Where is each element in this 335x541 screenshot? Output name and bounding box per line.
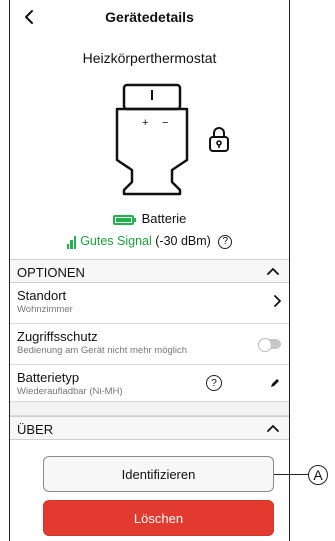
row-battery-value: Wiederaufladbar (Ni-MH) (17, 386, 123, 397)
callout-marker: A (308, 465, 328, 485)
chevron-up-icon[interactable] (267, 424, 279, 432)
battery-label: Batterie (141, 211, 187, 226)
row-battery-type: Batterietyp Wiederaufladbar (Ni-MH) ? (10, 366, 289, 402)
battery-status: Batterie (10, 211, 289, 226)
battery-icon (112, 214, 136, 225)
section-about-label: ÜBER (17, 422, 54, 437)
top-bar: Gerätedetails (10, 0, 289, 34)
row-battery-title: Batterietyp (17, 370, 80, 385)
page-title: Gerätedetails (105, 9, 194, 25)
section-spacer (10, 402, 289, 416)
row-access-subtitle: Bedienung am Gerät nicht mehr möglich (17, 345, 188, 356)
section-options[interactable]: OPTIONEN (10, 259, 289, 283)
row-location-value: Wohnzimmer (17, 304, 73, 315)
signal-quality: Gutes Signal (80, 234, 152, 248)
plus-label: + (142, 117, 148, 129)
signal-status: Gutes Signal (-30 dBm) ? (10, 234, 289, 249)
signal-strength: (-30 dBm) (155, 234, 211, 248)
thermostat-illustration-icon: + − (115, 83, 189, 196)
section-about[interactable]: ÜBER (10, 416, 289, 440)
row-access-protection: Zugriffsschutz Bedienung am Gerät nicht … (10, 325, 289, 365)
identify-button[interactable]: Identifizieren (43, 456, 274, 492)
battery-help-icon[interactable]: ? (206, 375, 222, 391)
callout-line (274, 474, 310, 475)
lock-icon (209, 127, 229, 152)
access-protection-toggle[interactable] (258, 338, 281, 352)
signal-help-icon[interactable]: ? (218, 234, 233, 249)
minus-label: − (162, 117, 168, 129)
row-access-title: Zugriffsschutz (17, 329, 98, 344)
device-name: Heizkörperthermostat (82, 50, 217, 66)
pencil-edit-icon[interactable] (270, 378, 280, 388)
chevron-up-icon[interactable] (267, 267, 279, 275)
chevron-right-icon[interactable] (273, 295, 281, 307)
row-location-title: Standort (17, 288, 67, 303)
row-location[interactable]: Standort Wohnzimmer (10, 284, 289, 324)
delete-button[interactable]: Löschen (43, 500, 274, 536)
signal-bars-icon (66, 235, 78, 249)
phone-screen: Gerätedetails Heizkörperthermostat + − B… (9, 0, 290, 541)
section-options-label: OPTIONEN (17, 265, 85, 280)
